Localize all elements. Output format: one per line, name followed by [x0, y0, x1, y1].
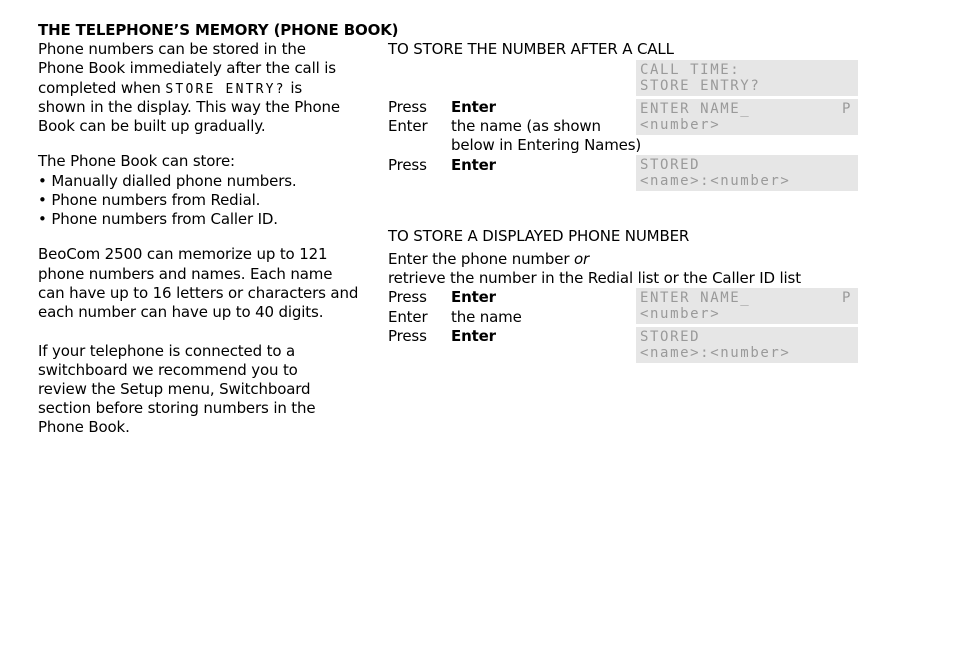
store-list-item: • Phone numbers from Redial. [38, 191, 261, 209]
step-detail: the name (as shown [451, 117, 601, 135]
phone-display: ENTER NAME_ P <number> [636, 99, 858, 135]
intro-text-line: completed when STORE ENTRY? is [38, 79, 302, 99]
intro-italic-or: or [573, 250, 590, 268]
display-text-inline: STORE ENTRY? [165, 82, 286, 97]
phone-display: CALL TIME: STORE ENTRY? [636, 60, 858, 96]
display-line-1: ENTER NAME_ P [640, 290, 852, 306]
step-key-enter: Enter [451, 156, 496, 174]
step-action: Press [388, 156, 427, 174]
store-list-item: • Phone numbers from Caller ID. [38, 210, 278, 228]
phone-display: ENTER NAME_ P <number> [636, 288, 858, 324]
step-action: Press [388, 327, 427, 345]
intro-text-line: Book can be built up gradually. [38, 117, 266, 135]
intro-text: Enter the phone number [388, 250, 574, 268]
step-action: Press [388, 98, 427, 116]
intro-text-line: Phone numbers can be stored in the [38, 40, 306, 58]
intro-text-line: Phone Book immediately after the call is [38, 59, 336, 77]
switchboard-text-line: switchboard we recommend you to [38, 361, 298, 379]
step-key-enter: Enter [451, 98, 496, 116]
intro-text-line: shown in the display. This way the Phone [38, 98, 340, 116]
switchboard-text-line: If your telephone is connected to a [38, 342, 296, 360]
section-intro-line: Enter the phone number or [388, 250, 589, 269]
display-text: ENTER NAME_ [640, 290, 751, 306]
display-line-2: <name>:<number> [640, 173, 791, 189]
capacity-text-line: phone numbers and names. Each name [38, 265, 333, 283]
step-detail: below in Entering Names) [451, 136, 642, 154]
display-indicator: P [841, 101, 852, 117]
section-heading-displayed-number: TO STORE A DISPLAYED PHONE NUMBER [388, 227, 690, 245]
capacity-text-line: can have up to 16 letters or characters … [38, 284, 359, 302]
step-action: Enter [388, 308, 428, 326]
display-line-2: <number> [640, 117, 721, 133]
section-heading-after-call: TO STORE THE NUMBER AFTER A CALL [388, 40, 674, 58]
switchboard-text-line: section before storing numbers in the [38, 399, 316, 417]
step-action: Enter [388, 117, 428, 135]
page-heading: THE TELEPHONE’S MEMORY (PHONE BOOK) [38, 21, 399, 39]
display-line-1: CALL TIME: [640, 62, 741, 78]
display-text: ENTER NAME_ [640, 101, 751, 117]
intro-text-suffix: is [285, 79, 303, 97]
display-indicator: P [841, 290, 852, 306]
step-key-enter: Enter [451, 327, 496, 345]
step-key-enter: Enter [451, 288, 496, 306]
step-detail: the name [451, 308, 522, 326]
switchboard-text-line: review the Setup menu, Switchboard [38, 380, 311, 398]
display-line-1: STORED [640, 157, 701, 173]
phone-display: STORED <name>:<number> [636, 155, 858, 191]
phone-display: STORED <name>:<number> [636, 327, 858, 363]
store-heading: The Phone Book can store: [38, 152, 235, 170]
display-line-2: <number> [640, 306, 721, 322]
display-line-2: STORE ENTRY? [640, 78, 761, 94]
store-list-item: • Manually dialled phone numbers. [38, 172, 297, 190]
switchboard-text-line: Phone Book. [38, 418, 130, 436]
intro-text-prefix: completed when [38, 79, 166, 97]
display-line-1: ENTER NAME_ P [640, 101, 852, 117]
display-line-2: <name>:<number> [640, 345, 791, 361]
display-line-1: STORED [640, 329, 701, 345]
section-intro-line: retrieve the number in the Redial list o… [388, 269, 801, 287]
capacity-text-line: each number can have up to 40 digits. [38, 303, 324, 321]
capacity-text-line: BeoCom 2500 can memorize up to 121 [38, 245, 328, 263]
step-action: Press [388, 288, 427, 306]
